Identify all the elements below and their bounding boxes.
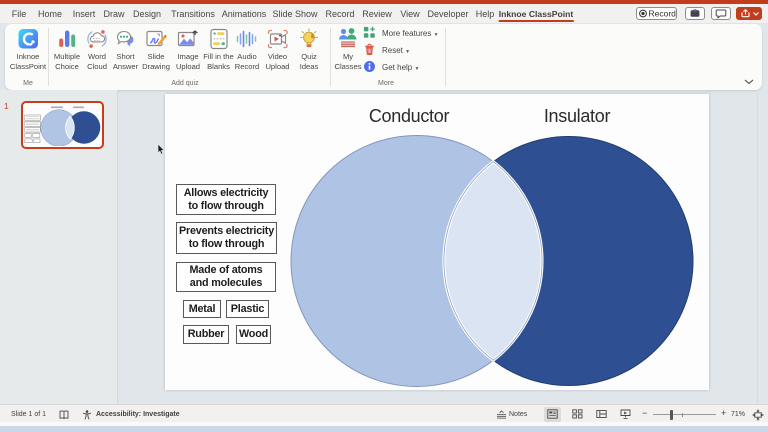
svg-text:Record: Record [649,8,677,18]
